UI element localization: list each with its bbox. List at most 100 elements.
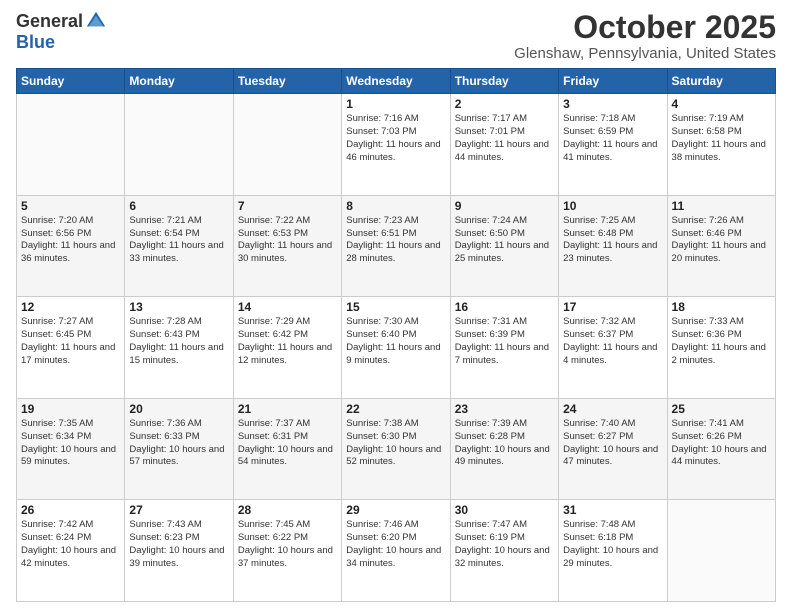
calendar-cell: 11Sunrise: 7:26 AM Sunset: 6:46 PM Dayli… [667,195,775,297]
calendar-week-row: 1 Sunrise: 7:16 AM Sunset: 7:03 PM Daylig… [17,94,776,196]
location: Glenshaw, Pennsylvania, United States [514,45,776,62]
cell-day-number: 20 [129,402,228,416]
calendar-cell: 21Sunrise: 7:37 AM Sunset: 6:31 PM Dayli… [233,398,341,500]
cell-info: Sunrise: 7:20 AM Sunset: 6:56 PM Dayligh… [21,215,120,266]
calendar-cell: 2 Sunrise: 7:17 AM Sunset: 7:01 PM Daylig… [450,94,558,196]
cell-day-number: 12 [21,300,120,314]
cell-info: Sunrise: 7:47 AM Sunset: 6:19 PM Dayligh… [455,519,554,570]
cell-info: Sunrise: 7:23 AM Sunset: 6:51 PM Dayligh… [346,215,445,266]
calendar-cell: 29 Sunrise: 7:46 AM Sunset: 6:20 PM Dayli… [342,500,450,602]
cell-day-number: 18 [672,300,771,314]
cell-info: Sunrise: 7:17 AM Sunset: 7:01 PM Dayligh… [455,113,554,164]
calendar-cell: 16Sunrise: 7:31 AM Sunset: 6:39 PM Dayli… [450,297,558,399]
cell-day-number: 4 [672,97,771,111]
cell-info: Sunrise: 7:19 AM Sunset: 6:58 PM Dayligh… [672,113,771,164]
day-header-friday: Friday [559,69,667,94]
day-header-wednesday: Wednesday [342,69,450,94]
cell-info: Sunrise: 7:33 AM Sunset: 6:36 PM Dayligh… [672,316,771,367]
cell-day-number: 13 [129,300,228,314]
cell-info: Sunrise: 7:36 AM Sunset: 6:33 PM Dayligh… [129,418,228,469]
calendar-week-row: 26 Sunrise: 7:42 AM Sunset: 6:24 PM Dayli… [17,500,776,602]
calendar-week-row: 12 Sunrise: 7:27 AM Sunset: 6:45 PM Dayli… [17,297,776,399]
cell-day-number: 24 [563,402,662,416]
cell-info: Sunrise: 7:21 AM Sunset: 6:54 PM Dayligh… [129,215,228,266]
cell-info: Sunrise: 7:45 AM Sunset: 6:22 PM Dayligh… [238,519,337,570]
cell-info: Sunrise: 7:46 AM Sunset: 6:20 PM Dayligh… [346,519,445,570]
cell-info: Sunrise: 7:41 AM Sunset: 6:26 PM Dayligh… [672,418,771,469]
logo-icon [85,10,107,32]
cell-info: Sunrise: 7:18 AM Sunset: 6:59 PM Dayligh… [563,113,662,164]
cell-info: Sunrise: 7:22 AM Sunset: 6:53 PM Dayligh… [238,215,337,266]
cell-info: Sunrise: 7:24 AM Sunset: 6:50 PM Dayligh… [455,215,554,266]
cell-info: Sunrise: 7:37 AM Sunset: 6:31 PM Dayligh… [238,418,337,469]
cell-day-number: 5 [21,199,120,213]
cell-info: Sunrise: 7:30 AM Sunset: 6:40 PM Dayligh… [346,316,445,367]
cell-day-number: 15 [346,300,445,314]
calendar-cell: 8 Sunrise: 7:23 AM Sunset: 6:51 PM Daylig… [342,195,450,297]
cell-info: Sunrise: 7:28 AM Sunset: 6:43 PM Dayligh… [129,316,228,367]
cell-info: Sunrise: 7:16 AM Sunset: 7:03 PM Dayligh… [346,113,445,164]
cell-day-number: 2 [455,97,554,111]
day-header-monday: Monday [125,69,233,94]
calendar-cell: 27 Sunrise: 7:43 AM Sunset: 6:23 PM Dayli… [125,500,233,602]
cell-info: Sunrise: 7:40 AM Sunset: 6:27 PM Dayligh… [563,418,662,469]
calendar-cell: 6 Sunrise: 7:21 AM Sunset: 6:54 PM Daylig… [125,195,233,297]
day-header-sunday: Sunday [17,69,125,94]
cell-day-number: 29 [346,503,445,517]
cell-day-number: 31 [563,503,662,517]
header: General Blue October 2025 Glenshaw, Penn… [16,10,776,62]
calendar-cell: 24 Sunrise: 7:40 AM Sunset: 6:27 PM Dayli… [559,398,667,500]
calendar-cell: 15 Sunrise: 7:30 AM Sunset: 6:40 PM Dayli… [342,297,450,399]
calendar-cell [125,94,233,196]
day-header-tuesday: Tuesday [233,69,341,94]
calendar-cell: 25Sunrise: 7:41 AM Sunset: 6:26 PM Dayli… [667,398,775,500]
calendar-cell: 12 Sunrise: 7:27 AM Sunset: 6:45 PM Dayli… [17,297,125,399]
cell-day-number: 6 [129,199,228,213]
logo: General Blue [16,10,107,53]
calendar-cell: 7 Sunrise: 7:22 AM Sunset: 6:53 PM Daylig… [233,195,341,297]
cell-info: Sunrise: 7:43 AM Sunset: 6:23 PM Dayligh… [129,519,228,570]
cell-info: Sunrise: 7:48 AM Sunset: 6:18 PM Dayligh… [563,519,662,570]
cell-day-number: 1 [346,97,445,111]
cell-day-number: 17 [563,300,662,314]
cell-day-number: 7 [238,199,337,213]
cell-day-number: 8 [346,199,445,213]
calendar-cell: 4 Sunrise: 7:19 AM Sunset: 6:58 PM Daylig… [667,94,775,196]
page: General Blue October 2025 Glenshaw, Penn… [0,0,792,612]
cell-day-number: 10 [563,199,662,213]
calendar-cell: 17 Sunrise: 7:32 AM Sunset: 6:37 PM Dayli… [559,297,667,399]
calendar-cell [667,500,775,602]
cell-info: Sunrise: 7:25 AM Sunset: 6:48 PM Dayligh… [563,215,662,266]
calendar-cell: 14Sunrise: 7:29 AM Sunset: 6:42 PM Dayli… [233,297,341,399]
cell-day-number: 30 [455,503,554,517]
calendar-cell: 18 Sunrise: 7:33 AM Sunset: 6:36 PM Dayli… [667,297,775,399]
calendar-cell: 23Sunrise: 7:39 AM Sunset: 6:28 PM Dayli… [450,398,558,500]
calendar-week-row: 5 Sunrise: 7:20 AM Sunset: 6:56 PM Daylig… [17,195,776,297]
calendar-table: SundayMondayTuesdayWednesdayThursdayFrid… [16,68,776,602]
cell-info: Sunrise: 7:27 AM Sunset: 6:45 PM Dayligh… [21,316,120,367]
month-title: October 2025 [514,10,776,45]
cell-info: Sunrise: 7:31 AM Sunset: 6:39 PM Dayligh… [455,316,554,367]
calendar-week-row: 19Sunrise: 7:35 AM Sunset: 6:34 PM Dayli… [17,398,776,500]
title-section: October 2025 Glenshaw, Pennsylvania, Uni… [514,10,776,62]
cell-info: Sunrise: 7:32 AM Sunset: 6:37 PM Dayligh… [563,316,662,367]
cell-info: Sunrise: 7:38 AM Sunset: 6:30 PM Dayligh… [346,418,445,469]
cell-info: Sunrise: 7:29 AM Sunset: 6:42 PM Dayligh… [238,316,337,367]
cell-info: Sunrise: 7:42 AM Sunset: 6:24 PM Dayligh… [21,519,120,570]
calendar-cell: 22Sunrise: 7:38 AM Sunset: 6:30 PM Dayli… [342,398,450,500]
calendar-cell: 13 Sunrise: 7:28 AM Sunset: 6:43 PM Dayli… [125,297,233,399]
cell-info: Sunrise: 7:26 AM Sunset: 6:46 PM Dayligh… [672,215,771,266]
logo-blue-text: Blue [16,32,55,53]
calendar-cell: 20 Sunrise: 7:36 AM Sunset: 6:33 PM Dayli… [125,398,233,500]
calendar-header-row: SundayMondayTuesdayWednesdayThursdayFrid… [17,69,776,94]
calendar-cell: 19Sunrise: 7:35 AM Sunset: 6:34 PM Dayli… [17,398,125,500]
calendar-cell: 30 Sunrise: 7:47 AM Sunset: 6:19 PM Dayli… [450,500,558,602]
calendar-cell: 9Sunrise: 7:24 AM Sunset: 6:50 PM Daylig… [450,195,558,297]
cell-day-number: 26 [21,503,120,517]
cell-day-number: 28 [238,503,337,517]
cell-day-number: 27 [129,503,228,517]
logo-general-text: General [16,11,83,32]
calendar-cell: 31 Sunrise: 7:48 AM Sunset: 6:18 PM Dayli… [559,500,667,602]
calendar-cell: 26 Sunrise: 7:42 AM Sunset: 6:24 PM Dayli… [17,500,125,602]
cell-info: Sunrise: 7:35 AM Sunset: 6:34 PM Dayligh… [21,418,120,469]
